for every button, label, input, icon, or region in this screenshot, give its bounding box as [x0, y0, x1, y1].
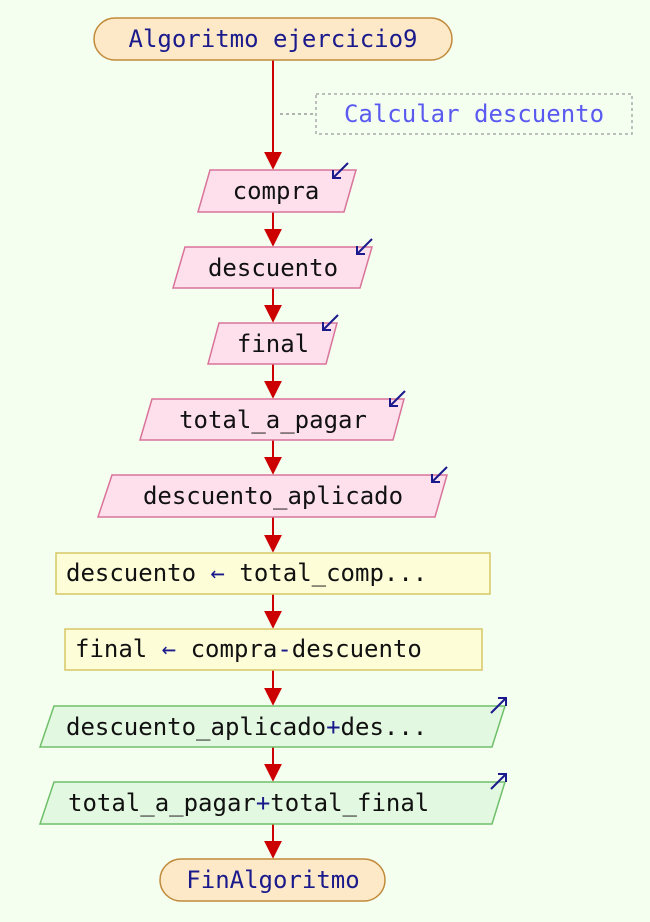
assign-expression-a: compra [191, 635, 278, 663]
output-expression-a: descuento_aplicado [66, 713, 326, 741]
comment-text: Calcular descuento [344, 100, 604, 128]
process-node-descuento[interactable]: descuento ← total_comp... [55, 552, 491, 595]
end-terminal[interactable]: FinAlgoritmo [159, 858, 386, 902]
output-node-descuento-aplicado[interactable]: descuento_aplicado+des... [38, 697, 507, 748]
plus-operator: + [326, 713, 340, 741]
assign-operator: ← [162, 635, 191, 663]
end-label: FinAlgoritmo [186, 866, 359, 894]
input-label: total_a_pagar [179, 406, 367, 434]
assign-target: descuento [66, 559, 196, 587]
output-node-total-a-pagar[interactable]: total_a_pagar+total_final [38, 773, 507, 825]
assign-expression: total_comp... [239, 559, 427, 587]
input-node-descuento-aplicado[interactable]: descuento_aplicado [96, 466, 448, 518]
input-node-descuento[interactable]: descuento [171, 238, 374, 289]
assign-operator: ← [211, 559, 240, 587]
svg-text:final ← compra-d: final ← compra-descuento [75, 635, 422, 663]
input-label: compra [233, 177, 320, 205]
input-label: final [237, 330, 309, 358]
svg-text:descuento_aplicado+des...: descuento_aplicado+des... [66, 713, 427, 741]
output-expression-b: des... [341, 713, 428, 741]
output-expression-a: total_a_pagar [68, 789, 256, 817]
start-terminal[interactable]: Algoritmo ejercicio9 [93, 17, 453, 61]
svg-text:descuento ← tota: descuento ← total_comp... [66, 559, 427, 587]
comment-node[interactable]: Calcular descuento [280, 93, 633, 135]
start-label: Algoritmo ejercicio9 [129, 25, 418, 53]
assign-target: final [75, 635, 147, 663]
flowchart: Algoritmo ejercicio9 Calcular descuento … [38, 17, 633, 902]
input-label: descuento [208, 254, 338, 282]
process-node-final[interactable]: final ← compra-descuento [64, 628, 483, 671]
plus-operator: + [256, 789, 270, 817]
input-label: descuento_aplicado [143, 482, 403, 510]
input-node-final[interactable]: final [207, 314, 339, 365]
output-expression-b: total_final [270, 789, 429, 817]
input-node-total-a-pagar[interactable]: total_a_pagar [138, 390, 406, 441]
svg-text:total_a_pagar+total_final: total_a_pagar+total_final [68, 789, 429, 817]
input-node-compra[interactable]: compra [197, 162, 357, 213]
assign-expression-b: descuento [292, 635, 422, 663]
minus-operator: - [277, 635, 291, 663]
